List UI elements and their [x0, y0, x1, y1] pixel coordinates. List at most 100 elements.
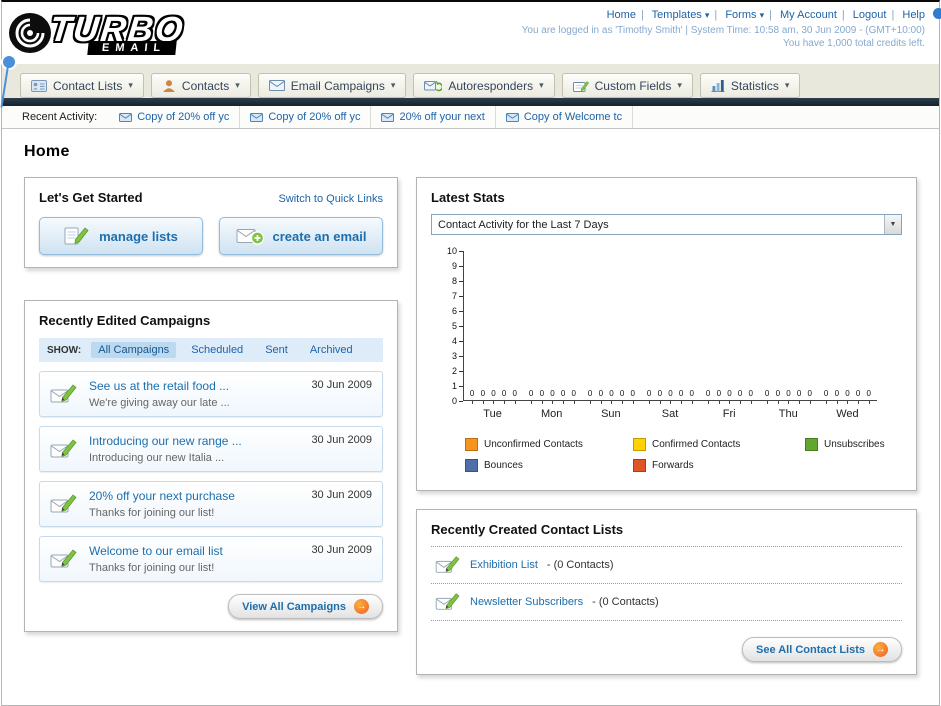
- custom-fields-icon: [573, 79, 589, 92]
- campaign-row[interactable]: Welcome to our email list Thanks for joi…: [39, 536, 383, 582]
- see-all-contact-lists-button[interactable]: See All Contact Lists →: [741, 637, 902, 662]
- bar-value-label: 0: [469, 389, 475, 398]
- nav-tab-contact-lists[interactable]: Contact Lists ▾: [20, 73, 144, 98]
- view-all-campaigns-button[interactable]: View All Campaigns →: [228, 594, 383, 619]
- header-right: Home | Templates ▾ | Forms ▾ | My Account | …: [522, 6, 925, 62]
- campaign-title-link[interactable]: Welcome to our email list: [89, 544, 300, 558]
- nav-tab-custom-fields[interactable]: Custom Fields ▾: [561, 73, 693, 98]
- campaign-title-link[interactable]: See us at the retail food ...: [89, 379, 300, 393]
- legend-swatch: [805, 438, 818, 451]
- email-campaigns-icon: [269, 80, 285, 91]
- bar-value-label: 0: [609, 389, 614, 398]
- campaign-title-link[interactable]: 20% off your next purchase: [89, 489, 300, 503]
- credits-info: You have 1,000 total credits left.: [783, 38, 925, 49]
- bar-value-label: 0: [501, 389, 507, 398]
- chart-group: 00000: [818, 251, 877, 404]
- stats-select-value: Contact Activity for the Last 7 Days: [438, 218, 609, 231]
- campaign-tab-0[interactable]: All Campaigns: [91, 342, 177, 358]
- list-pencil-icon: [64, 225, 90, 247]
- y-tick: 10: [447, 246, 463, 256]
- bar-value-label: 0: [587, 389, 593, 398]
- y-tick: 0: [452, 396, 463, 406]
- feedback-dot-icon[interactable]: [3, 56, 15, 68]
- page: TURBO EMAIL Home | Templates ▾ | Forms ▾ | …: [0, 0, 941, 706]
- create-email-button[interactable]: create an email: [219, 217, 383, 255]
- legend-item: Bounces: [465, 459, 633, 472]
- campaign-title-link[interactable]: Introducing our new range ...: [89, 434, 300, 448]
- campaign-tab-3[interactable]: Archived: [303, 342, 360, 358]
- top-link-templates[interactable]: Templates: [652, 9, 702, 21]
- campaign-date: 30 Jun 2009: [311, 489, 372, 501]
- bar-value-label: 0: [619, 389, 625, 398]
- contacts-icon: [162, 79, 176, 93]
- y-tick: 6: [452, 306, 463, 316]
- mail-icon: [381, 113, 394, 122]
- top-link-my-account[interactable]: My Account: [780, 9, 837, 21]
- bar-value-label: 0: [560, 389, 566, 398]
- chevron-down-icon: ▾: [704, 10, 710, 20]
- contact-list-link[interactable]: Exhibition List: [470, 559, 538, 571]
- chart-legend: Unconfirmed Contacts Confirmed Contacts …: [465, 438, 902, 472]
- nav-tab-contacts[interactable]: Contacts ▾: [150, 73, 251, 98]
- recent-campaigns-panel: Recently Edited Campaigns SHOW: All Camp…: [24, 300, 398, 632]
- nav-tab-email-campaigns[interactable]: Email Campaigns ▾: [257, 73, 407, 98]
- recent-activity-bar: Recent Activity: Copy of 20% off yc Copy…: [2, 106, 939, 129]
- campaign-subtitle: Thanks for joining our list!: [89, 507, 215, 519]
- campaign-row[interactable]: 20% off your next purchase Thanks for jo…: [39, 481, 383, 527]
- campaign-row[interactable]: See us at the retail food ... We're givi…: [39, 371, 383, 417]
- recent-activity-item[interactable]: Copy of Welcome tc: [496, 106, 634, 128]
- y-tick: 8: [452, 276, 463, 286]
- bar-value-label: 0: [491, 389, 496, 398]
- top-link-forms[interactable]: Forms: [725, 9, 756, 21]
- contact-list-link[interactable]: Newsletter Subscribers: [470, 596, 583, 608]
- recent-activity-item[interactable]: Copy of 20% off yc: [240, 106, 372, 128]
- bar-value-label: 0: [845, 389, 850, 398]
- contact-activity-chart: 0 1 2 3 4 5 6 7 8 9 10 000000000000000000000000000…: [439, 246, 902, 420]
- app-logo[interactable]: TURBO EMAIL: [8, 6, 187, 62]
- mail-pencil-icon: [435, 592, 461, 612]
- campaign-tab-2[interactable]: Sent: [258, 342, 295, 358]
- top-link-help[interactable]: Help: [902, 9, 925, 21]
- recent-activity-item[interactable]: Copy of 20% off yc: [109, 106, 241, 128]
- chevron-down-icon: ▾: [539, 80, 544, 90]
- main-content: Home Let's Get Started Switch to Quick L…: [2, 129, 939, 705]
- bar-value-label: 0: [737, 389, 743, 398]
- campaign-date: 30 Jun 2009: [311, 379, 372, 391]
- contact-list-row[interactable]: Exhibition List - (0 Contacts): [431, 547, 902, 584]
- nav-tab-statistics[interactable]: Statistics ▾: [699, 73, 801, 98]
- mail-plus-icon: [236, 226, 264, 246]
- chart-y-axis: 0 1 2 3 4 5 6 7 8 9 10: [439, 246, 463, 406]
- chart-group: 00000: [582, 251, 641, 404]
- chevron-down-icon: ▾: [128, 80, 133, 90]
- mail-icon: [250, 113, 263, 122]
- legend-swatch: [633, 438, 646, 451]
- show-label: SHOW:: [47, 344, 82, 356]
- bar-value-label: 0: [775, 389, 781, 398]
- recent-activity-item[interactable]: 20% off your next: [371, 106, 496, 128]
- campaign-row[interactable]: Introducing our new range ... Introducin…: [39, 426, 383, 472]
- manage-lists-button[interactable]: manage lists: [39, 217, 203, 255]
- contact-list-row[interactable]: Newsletter Subscribers - (0 Contacts): [431, 584, 902, 621]
- bar-value-label: 0: [646, 389, 652, 398]
- turbo-fan-icon: [8, 12, 54, 57]
- mail-pencil-icon: [50, 383, 78, 405]
- get-started-panel: Let's Get Started Switch to Quick Links …: [24, 177, 398, 268]
- bar-value-label: 0: [571, 389, 576, 398]
- bar-value-label: 0: [748, 389, 753, 398]
- switch-quick-links-link[interactable]: Switch to Quick Links: [278, 193, 383, 205]
- campaigns-filter-tabs: SHOW: All Campaigns Scheduled Sent Archi…: [39, 338, 383, 362]
- mail-pencil-icon: [435, 555, 461, 575]
- bar-value-label: 0: [796, 389, 802, 398]
- nav-tab-autoresponders[interactable]: Autoresponders ▾: [413, 73, 555, 98]
- legend-item: Confirmed Contacts: [633, 438, 805, 451]
- login-info: You are logged in as 'Timothy Smith' | S…: [521, 25, 925, 36]
- top-link-logout[interactable]: Logout: [853, 9, 887, 21]
- top-link-home[interactable]: Home: [607, 9, 636, 21]
- arrow-right-icon: →: [354, 599, 369, 614]
- bar-value-label: 0: [716, 389, 722, 398]
- mail-pencil-icon: [50, 548, 78, 570]
- chart-plot: 00000000000000000000000000000000000: [463, 251, 877, 404]
- stats-period-select[interactable]: Contact Activity for the Last 7 Days ▼: [431, 214, 902, 235]
- chart-group: 00000: [523, 251, 582, 404]
- campaign-tab-1[interactable]: Scheduled: [184, 342, 250, 358]
